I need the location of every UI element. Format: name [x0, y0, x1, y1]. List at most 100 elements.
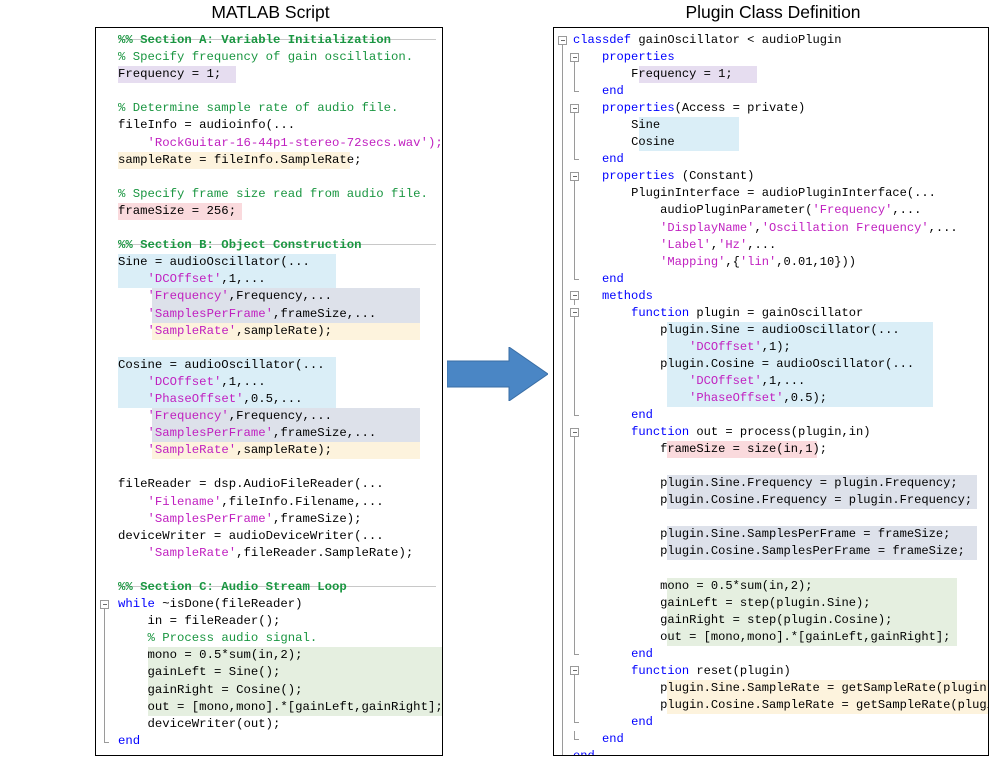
code-text: methods — [573, 289, 653, 303]
fold-guide-line — [104, 715, 105, 733]
code-text: 'SamplesPerFrame',frameSize); — [118, 512, 362, 526]
code-token: function — [631, 425, 690, 440]
code-text: plugin.Sine.SampleRate = getSampleRate(p… — [573, 680, 989, 695]
code-token: ,Frequency,... — [228, 289, 333, 304]
fold-guide-line — [562, 730, 563, 748]
code-line: while ~isDone(fileReader) — [96, 596, 442, 614]
code-text: gainRight = step(plugin.Cosine); — [573, 613, 892, 627]
code-line: 'Frequency',Frequency,... — [96, 288, 442, 306]
code-line: 'DCOffset',1,... — [96, 373, 442, 391]
code-line: % Process audio signal. — [96, 630, 442, 648]
code-line: PluginInterface = audioPluginInterface(.… — [554, 185, 988, 203]
left-panel-title: MATLAB Script — [211, 2, 330, 22]
code-text: 'SampleRate',fileReader.SampleRate); — [118, 546, 414, 560]
code-line: Sine — [554, 117, 988, 135]
code-line: plugin.Cosine.SampleRate = getSampleRate… — [554, 696, 989, 714]
code-text: deviceWriter(out); — [118, 716, 281, 731]
matlab-script-panel[interactable]: %% Section A: Variable Initialization % S… — [95, 27, 443, 756]
code-text: 'SampleRate',sampleRate); — [118, 323, 333, 338]
code-line: in = fileReader(); — [96, 613, 442, 631]
code-line — [554, 560, 988, 578]
code-token: end — [602, 271, 624, 286]
code-token: 'DisplayName' — [660, 220, 755, 235]
code-text: plugin.Sine.SamplesPerFrame = frameSize; — [573, 527, 950, 541]
code-token: , — [754, 220, 762, 235]
code-text: function plugin = gainOscillator — [573, 306, 863, 320]
code-text: end — [573, 408, 653, 422]
code-token: ,1,... — [221, 374, 266, 389]
code-token: function — [631, 663, 690, 678]
code-token: plugin.Cosine = audioOscillator(... — [660, 356, 915, 371]
code-text: Cosine = audioOscillator(... — [118, 358, 325, 372]
code-text: fileInfo = audioinfo(... — [118, 118, 295, 132]
code-line: gainRight = Cosine(); — [96, 681, 442, 699]
matlab-script-code[interactable]: %% Section A: Variable Initialization % S… — [96, 28, 442, 750]
code-token: ,... — [747, 237, 777, 252]
plugin-class-code[interactable]: classdef gainOscillator < audioPlugin pr… — [554, 28, 989, 755]
code-token: 'SamplesPerFrame' — [147, 511, 273, 526]
code-line: 'SampleRate',sampleRate); — [96, 322, 442, 340]
code-token: 'PhaseOffset' — [689, 390, 784, 405]
fold-guide-line — [562, 372, 563, 390]
code-text: deviceWriter = audioDeviceWriter(... — [118, 529, 384, 543]
code-line: Cosine = audioOscillator(... — [96, 356, 442, 374]
code-token: ,0.5,... — [243, 391, 303, 406]
fold-guide-line — [562, 202, 563, 220]
code-text: PluginInterface = audioPluginInterface(.… — [573, 186, 936, 200]
code-token: 'Filename' — [147, 494, 222, 509]
code-token: 'DCOffset' — [689, 339, 762, 354]
code-token: plugin.Sine.SamplesPerFrame = frameSize; — [660, 527, 951, 542]
code-token: Cosine = audioOscillator(... — [118, 357, 325, 372]
plugin-class-panel[interactable]: classdef gainOscillator < audioPlugin pr… — [553, 27, 989, 756]
code-token: plugin.Sine = audioOscillator(... — [660, 322, 900, 337]
code-line: deviceWriter = audioDeviceWriter(... — [96, 528, 442, 545]
code-line: sampleRate = fileInfo.SampleRate; — [96, 151, 442, 169]
code-token: Frequency = 1; — [118, 67, 222, 82]
code-token: 'SamplesPerFrame' — [147, 426, 273, 441]
code-token: plugin.Sine.SampleRate = getSampleRate(p… — [660, 680, 989, 695]
code-token: 'DCOffset' — [689, 373, 762, 388]
code-line: plugin.Sine.SampleRate = getSampleRate(p… — [554, 679, 989, 697]
code-line: function out = process(plugin,in) — [554, 424, 988, 442]
fold-guide-line — [562, 662, 563, 680]
code-token: classdef — [573, 33, 632, 47]
code-text: frameSize = 256; — [118, 204, 236, 218]
code-token: 'DCOffset' — [147, 272, 222, 287]
code-token: %% Section A: Variable Initialization — [118, 33, 392, 47]
code-token: 'SampleRate' — [147, 323, 237, 338]
fold-guide-line — [562, 645, 563, 663]
code-text: 'DCOffset',1,... — [118, 375, 266, 389]
fold-guide-line — [574, 458, 575, 476]
code-text: Frequency = 1; — [118, 67, 221, 81]
code-token: ,{ — [725, 254, 740, 269]
code-text: 'DCOffset',1,... — [118, 272, 266, 286]
code-token: ,0.5); — [783, 390, 828, 405]
code-token: (Constant) — [674, 169, 755, 184]
code-token: frameSize = size(in,1); — [660, 442, 828, 457]
code-token: deviceWriter(out); — [147, 716, 281, 731]
code-line: %% Section C: Audio Stream Loop — [96, 579, 442, 596]
code-line: end — [554, 407, 988, 425]
code-line: deviceWriter(out); — [96, 715, 442, 733]
code-line: gainRight = step(plugin.Cosine); — [554, 611, 988, 629]
code-text: gainLeft = Sine(); — [118, 665, 281, 679]
code-token: frameSize = 256; — [118, 203, 237, 218]
code-line: Sine = audioOscillator(... — [96, 254, 442, 272]
code-token: gainRight = step(plugin.Cosine); — [660, 612, 893, 627]
fold-guide-line — [104, 664, 105, 682]
code-text: end — [573, 715, 653, 729]
code-text: audioPluginParameter('Frequency',... — [573, 203, 921, 217]
code-text: function reset(plugin) — [573, 664, 791, 678]
code-text: 'PhaseOffset',0.5); — [573, 391, 827, 405]
code-token: function — [631, 305, 690, 320]
fold-guide-line — [562, 100, 563, 118]
code-line: 'SamplesPerFrame',frameSize,... — [96, 425, 442, 443]
code-text: mono = 0.5*sum(in,2); — [118, 648, 303, 662]
code-token: plugin.Cosine.SampleRate = getSampleRate… — [660, 697, 989, 712]
fold-guide-line — [562, 83, 563, 101]
code-line: gainLeft = step(plugin.Sine); — [554, 594, 988, 612]
code-token: PluginInterface = audioPluginInterface(.… — [631, 186, 936, 201]
code-token: ,1,... — [221, 272, 266, 287]
right-arrow-icon — [447, 347, 548, 401]
